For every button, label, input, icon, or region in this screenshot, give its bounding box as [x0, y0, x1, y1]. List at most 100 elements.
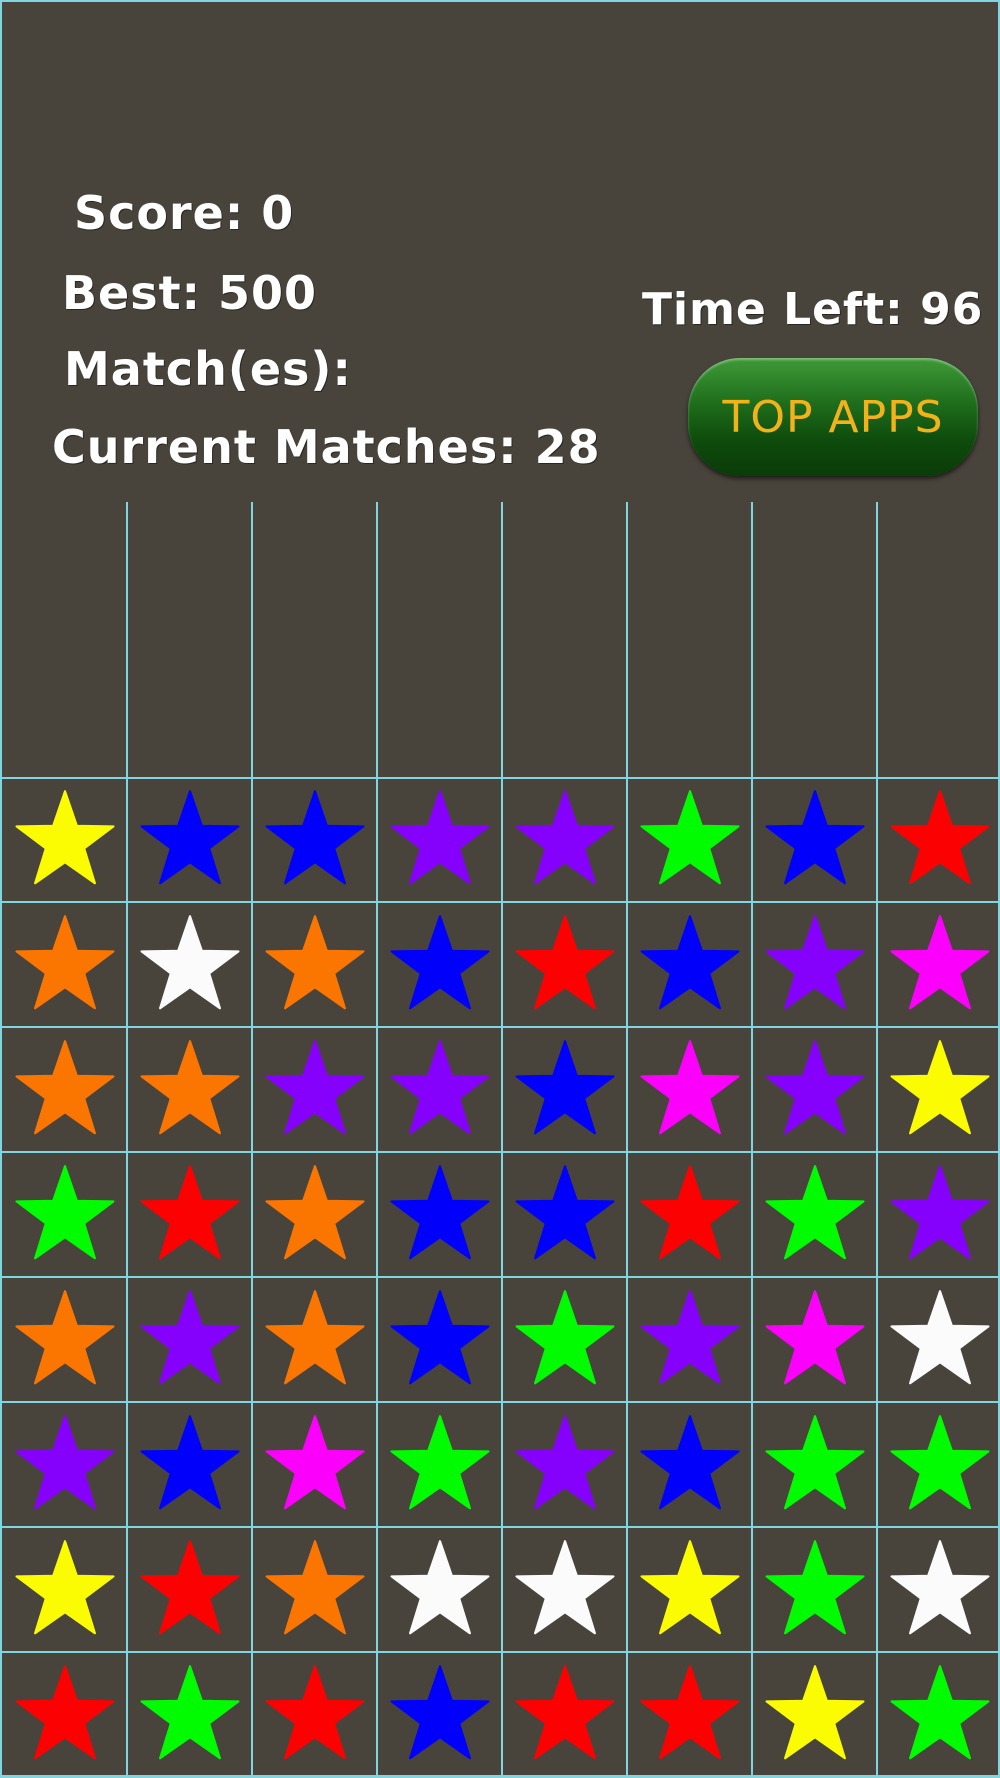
blue-star-icon	[764, 789, 865, 884]
white-star-icon	[889, 1289, 990, 1384]
blue-star-icon	[389, 1289, 490, 1384]
board-cell[interactable]	[377, 1652, 502, 1777]
board-cell[interactable]	[252, 902, 377, 1027]
board-cell[interactable]	[627, 777, 752, 902]
red-star-icon	[639, 1664, 740, 1759]
board-cell[interactable]	[377, 777, 502, 902]
board-cell[interactable]	[877, 1652, 1000, 1777]
board-cell[interactable]	[2, 1402, 127, 1527]
board-cell[interactable]	[752, 1277, 877, 1402]
green-star-icon	[514, 1289, 615, 1384]
board-cell[interactable]	[752, 902, 877, 1027]
board-cell[interactable]	[377, 902, 502, 1027]
game-board	[2, 777, 1000, 1777]
board-cell[interactable]	[502, 1027, 627, 1152]
blue-star-icon	[514, 1039, 615, 1134]
board-cell[interactable]	[752, 1527, 877, 1652]
board-cell[interactable]	[502, 1277, 627, 1402]
board-cell[interactable]	[877, 777, 1000, 902]
board-cell[interactable]	[502, 1402, 627, 1527]
board-cell[interactable]	[377, 1027, 502, 1152]
board-cell[interactable]	[627, 1027, 752, 1152]
game-screen: Score: 0 Best: 500 Match(es): Current Ma…	[0, 0, 1000, 1778]
board-cell[interactable]	[377, 1527, 502, 1652]
board-cell[interactable]	[127, 1402, 252, 1527]
board-cell[interactable]	[877, 1152, 1000, 1277]
orange-star-icon	[14, 1289, 115, 1384]
board-cell[interactable]	[252, 1402, 377, 1527]
blue-star-icon	[639, 1414, 740, 1509]
board-cell[interactable]	[877, 1527, 1000, 1652]
board-cell[interactable]	[502, 902, 627, 1027]
board-cell[interactable]	[627, 1527, 752, 1652]
board-cell[interactable]	[752, 1402, 877, 1527]
board-cell[interactable]	[127, 902, 252, 1027]
board-cell[interactable]	[127, 1652, 252, 1777]
board-cell[interactable]	[752, 777, 877, 902]
board-cell[interactable]	[2, 1277, 127, 1402]
board-cell[interactable]	[502, 1652, 627, 1777]
board-cell[interactable]	[752, 1152, 877, 1277]
board-cell[interactable]	[877, 902, 1000, 1027]
board-cell[interactable]	[752, 1027, 877, 1152]
board-cell[interactable]	[627, 902, 752, 1027]
blue-star-icon	[514, 1164, 615, 1259]
board-cell[interactable]	[502, 1152, 627, 1277]
board-cell[interactable]	[2, 1152, 127, 1277]
blue-star-icon	[139, 1414, 240, 1509]
yellow-star-icon	[764, 1664, 865, 1759]
board-cell[interactable]	[2, 1027, 127, 1152]
board-cell[interactable]	[252, 1152, 377, 1277]
board-cell[interactable]	[2, 777, 127, 902]
purple-star-icon	[14, 1414, 115, 1509]
red-star-icon	[14, 1664, 115, 1759]
board-cell[interactable]	[252, 1527, 377, 1652]
board-cell[interactable]	[627, 1152, 752, 1277]
board-cell[interactable]	[502, 1527, 627, 1652]
orange-star-icon	[264, 1289, 365, 1384]
board-cell[interactable]	[627, 1277, 752, 1402]
board-cell[interactable]	[252, 1277, 377, 1402]
purple-star-icon	[389, 1039, 490, 1134]
board-cell[interactable]	[752, 1652, 877, 1777]
magenta-star-icon	[889, 914, 990, 1009]
board-cell[interactable]	[877, 1027, 1000, 1152]
white-star-icon	[139, 914, 240, 1009]
red-star-icon	[139, 1164, 240, 1259]
red-star-icon	[639, 1164, 740, 1259]
board-cell[interactable]	[2, 1527, 127, 1652]
red-star-icon	[514, 914, 615, 1009]
red-star-icon	[139, 1539, 240, 1634]
orange-star-icon	[264, 1539, 365, 1634]
top-apps-button[interactable]: TOP APPS	[688, 358, 978, 476]
board-cell[interactable]	[127, 1527, 252, 1652]
board-cell[interactable]	[252, 1027, 377, 1152]
board-cell[interactable]	[627, 1402, 752, 1527]
blue-star-icon	[389, 1164, 490, 1259]
column-guide-line	[751, 502, 753, 778]
board-cell[interactable]	[377, 1277, 502, 1402]
purple-star-icon	[889, 1164, 990, 1259]
board-cell[interactable]	[252, 777, 377, 902]
best-score-label: Best: 500	[62, 266, 318, 320]
column-guide-line	[501, 502, 503, 778]
board-cell[interactable]	[127, 1152, 252, 1277]
board-cell[interactable]	[2, 1652, 127, 1777]
board-cell[interactable]	[377, 1152, 502, 1277]
board-cell[interactable]	[627, 1652, 752, 1777]
purple-star-icon	[639, 1289, 740, 1384]
board-cell[interactable]	[877, 1402, 1000, 1527]
magenta-star-icon	[639, 1039, 740, 1134]
board-cell[interactable]	[2, 902, 127, 1027]
score-label: Score: 0	[74, 186, 295, 240]
board-cell[interactable]	[127, 1027, 252, 1152]
board-cell[interactable]	[502, 777, 627, 902]
orange-star-icon	[139, 1039, 240, 1134]
white-star-icon	[389, 1539, 490, 1634]
board-cell[interactable]	[252, 1652, 377, 1777]
purple-star-icon	[389, 789, 490, 884]
board-cell[interactable]	[377, 1402, 502, 1527]
board-cell[interactable]	[127, 1277, 252, 1402]
board-cell[interactable]	[877, 1277, 1000, 1402]
board-cell[interactable]	[127, 777, 252, 902]
